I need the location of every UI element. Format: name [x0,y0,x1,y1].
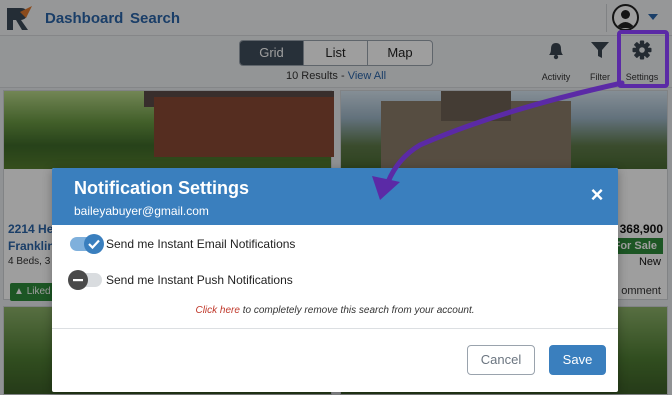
minus-icon [68,270,88,290]
email-notifications-row: Send me Instant Email Notifications [70,233,295,255]
push-notifications-toggle[interactable] [68,270,102,290]
remove-search-text: to completely remove this search from yo… [239,305,475,316]
modal-header: Notification Settings baileyabuyer@gmail… [52,168,618,225]
push-notifications-row: Send me Instant Push Notifications [68,269,293,291]
modal-footer-divider [52,328,618,329]
settings-highlight-box [617,30,669,88]
remove-search-note: Click here to completely remove this sea… [52,305,618,316]
account-email: baileyabuyer@gmail.com [74,204,209,218]
notification-settings-modal: Notification Settings baileyabuyer@gmail… [52,168,618,392]
email-notifications-label: Send me Instant Email Notifications [106,237,296,251]
email-notifications-toggle[interactable] [70,234,104,254]
push-notifications-label: Send me Instant Push Notifications [106,273,293,287]
save-button[interactable]: Save [549,345,606,375]
cancel-button[interactable]: Cancel [467,345,535,375]
checkmark-icon [84,234,104,254]
modal-title: Notification Settings [74,178,249,198]
remove-search-link[interactable]: Click here [195,305,239,316]
close-icon[interactable]: × [586,184,608,206]
